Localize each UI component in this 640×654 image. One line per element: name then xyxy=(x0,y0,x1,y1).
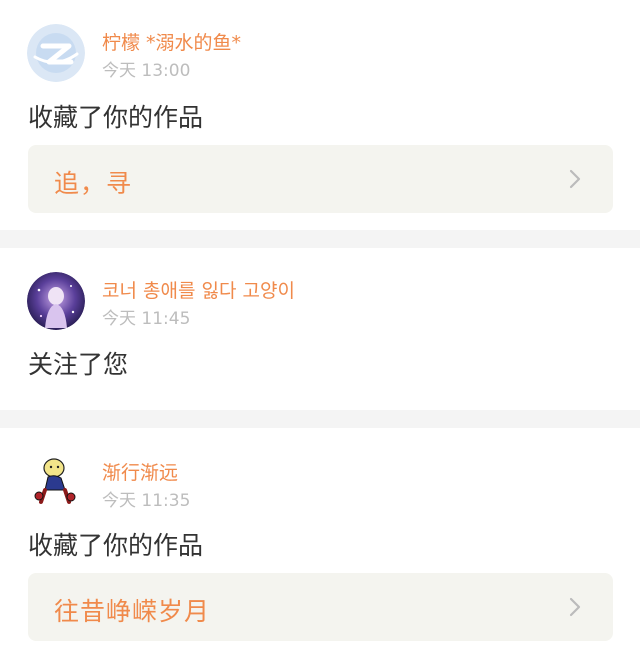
user-name[interactable]: 柠檬 *溺水的鱼* xyxy=(102,28,241,55)
timestamp: 今天 11:35 xyxy=(102,491,191,511)
action-text: 收藏了你的作品 xyxy=(28,531,204,560)
action-text: 关注了您 xyxy=(28,350,129,379)
avatar[interactable] xyxy=(27,452,85,510)
user-name[interactable]: 코너 총애를 잃다 고양이 xyxy=(102,276,295,303)
work-link[interactable]: 往昔峥嵘岁月 xyxy=(28,573,613,641)
work-title: 往昔峥嵘岁月 xyxy=(54,597,211,626)
anime-girl-avatar xyxy=(27,272,85,330)
cartoon-character-avatar xyxy=(27,452,85,510)
notification-card: 코너 총애를 잃다 고양이 今天 11:45 关注了您 xyxy=(0,248,640,410)
timestamp: 今天 11:45 xyxy=(102,309,191,329)
work-link[interactable]: 追，寻 xyxy=(28,145,613,213)
action-text: 收藏了你的作品 xyxy=(28,103,204,132)
notification-card: 渐行渐远 今天 11:35 收藏了你的作品 往昔峥嵘岁月 xyxy=(0,428,640,654)
timestamp: 今天 13:00 xyxy=(102,61,191,81)
user-name[interactable]: 渐行渐远 xyxy=(102,458,178,485)
chevron-right-icon xyxy=(569,597,581,617)
avatar[interactable] xyxy=(27,24,85,82)
notification-feed: 柠檬 *溺水的鱼* 今天 13:00 收藏了你的作品 追，寻 코너 총애를 잃다… xyxy=(0,0,640,654)
qzone-logo-icon xyxy=(27,24,85,82)
avatar[interactable] xyxy=(27,272,85,330)
work-title: 追，寻 xyxy=(54,169,133,198)
notification-card: 柠檬 *溺水的鱼* 今天 13:00 收藏了你的作品 追，寻 xyxy=(0,0,640,230)
chevron-right-icon xyxy=(569,169,581,189)
